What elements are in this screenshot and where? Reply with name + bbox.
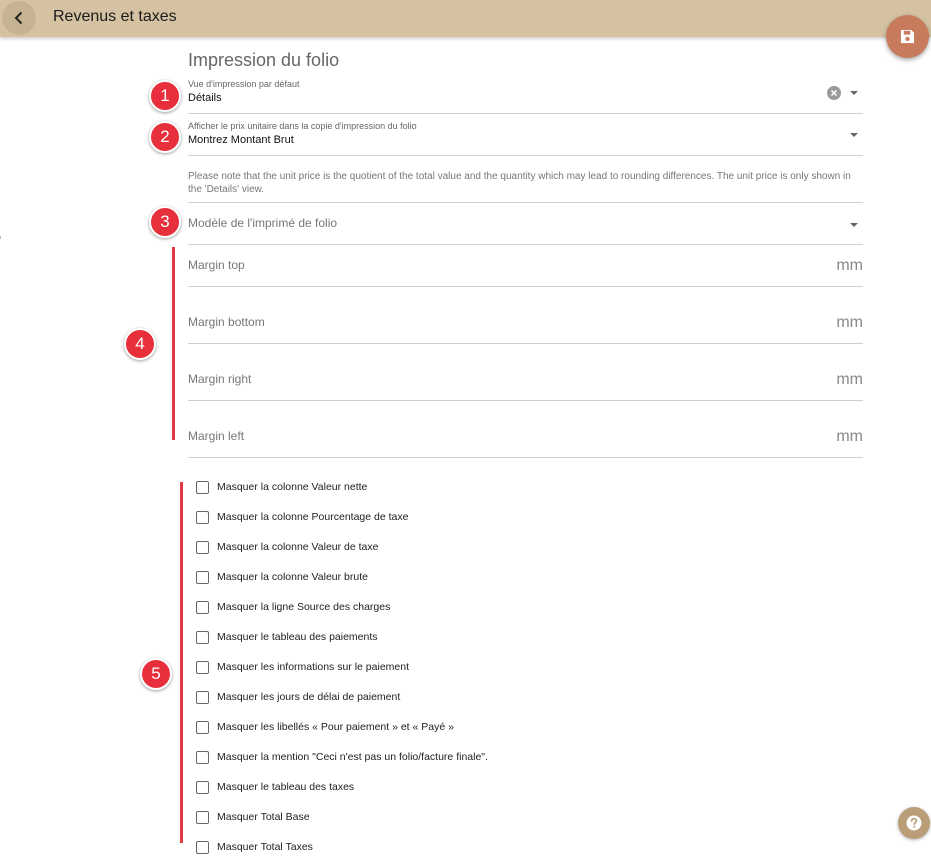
back-button[interactable] [2, 1, 36, 35]
checkbox-label: Masquer Total Base [217, 811, 310, 823]
checkbox-label: Masquer la colonne Valeur brute [217, 571, 368, 583]
checkbox-box[interactable] [196, 720, 209, 734]
checkbox-label: Masquer Total Taxes [217, 841, 313, 853]
app-header: Revenus et taxes [0, 0, 931, 37]
checkbox-box[interactable] [196, 630, 209, 644]
help-button[interactable] [898, 807, 930, 839]
margin-bottom-unit: mm [836, 314, 863, 331]
margin-top-unit: mm [836, 257, 863, 274]
annotation-bar [172, 247, 175, 440]
checkbox-label: Masquer les jours de délai de paiement [217, 691, 401, 703]
checkbox-hide-charge-source[interactable]: Masquer la ligne Source des charges [196, 599, 390, 615]
annotation-marker-4: 4 [124, 328, 156, 360]
checkbox-hide-total-taxes[interactable]: Masquer Total Taxes [196, 839, 313, 855]
caret-down-icon[interactable] [850, 133, 858, 137]
annotation-bar [180, 482, 183, 843]
annotation-marker-3: 3 [149, 206, 181, 238]
checkbox-hide-net-value[interactable]: Masquer la colonne Valeur nette [196, 479, 367, 495]
checkbox-hide-payment-labels[interactable]: Masquer les libellés « Pour paiement » e… [196, 719, 454, 735]
checkbox-hide-payments-table[interactable]: Masquer le tableau des paiements [196, 629, 378, 645]
margin-top-label: Margin top [188, 258, 245, 272]
checkbox-hide-gross-value[interactable]: Masquer la colonne Valeur brute [196, 569, 368, 585]
template-select[interactable]: Modèle de l'imprimé de folio [188, 203, 863, 245]
floppy-disk-icon [900, 29, 915, 44]
checkbox-box[interactable] [196, 480, 209, 494]
annotation-marker-2: 2 [149, 121, 181, 153]
caret-down-icon[interactable] [850, 91, 858, 95]
clear-icon[interactable] [827, 86, 841, 100]
checkbox-label: Masquer la colonne Valeur de taxe [217, 541, 379, 553]
checkbox-label: Masquer la ligne Source des charges [217, 601, 391, 613]
checkbox-box[interactable] [196, 840, 209, 854]
chevron-left-icon [14, 11, 23, 25]
page-title: Revenus et taxes [53, 8, 177, 25]
checkbox-box[interactable] [196, 690, 209, 704]
template-label: Modèle de l'imprimé de folio [188, 216, 338, 230]
margin-left-unit: mm [836, 428, 863, 445]
checkbox-hide-tax-percentage[interactable]: Masquer la colonne Pourcentage de taxe [196, 509, 408, 525]
margin-bottom-input[interactable]: Margin bottom mm [188, 302, 863, 344]
checkbox-hide-not-final-mention[interactable]: Masquer la mention "Ceci n'est pas un fo… [196, 749, 488, 765]
edge-mark [0, 236, 1, 239]
margin-right-label: Margin right [188, 372, 252, 386]
margin-left-label: Margin left [188, 429, 245, 443]
checkbox-label: Masquer la colonne Valeur nette [217, 481, 368, 493]
default-view-value: Détails [188, 92, 222, 104]
section-title: Impression du folio [188, 50, 340, 70]
checkbox-box[interactable] [196, 540, 209, 554]
checkbox-hide-total-base[interactable]: Masquer Total Base [196, 809, 310, 825]
checkbox-box[interactable] [196, 810, 209, 824]
unit-price-label: Afficher le prix unitaire dans la copie … [188, 121, 417, 131]
default-view-label: Vue d'impression par défaut [188, 79, 300, 89]
checkbox-box[interactable] [196, 780, 209, 794]
checkbox-hide-payment-info[interactable]: Masquer les informations sur le paiement [196, 659, 409, 675]
annotation-marker-1: 1 [149, 80, 181, 112]
checkbox-hide-payment-days[interactable]: Masquer les jours de délai de paiement [196, 689, 400, 705]
caret-down-icon[interactable] [850, 223, 858, 227]
checkbox-label: Masquer les libellés « Pour paiement » e… [217, 721, 454, 733]
margin-bottom-label: Margin bottom [188, 315, 265, 329]
checkbox-label: Masquer le tableau des paiements [217, 631, 378, 643]
checkbox-label: Masquer les informations sur le paiement [217, 661, 410, 673]
checkbox-box[interactable] [196, 510, 209, 524]
margin-top-input[interactable]: Margin top mm [188, 245, 863, 287]
checkbox-box[interactable] [196, 600, 209, 614]
unit-price-select[interactable]: Afficher le prix unitaire dans la copie … [188, 118, 863, 156]
question-mark-icon [906, 815, 922, 831]
unit-price-value: Montrez Montant Brut [188, 134, 294, 146]
checkbox-box[interactable] [196, 570, 209, 584]
checkbox-box[interactable] [196, 750, 209, 764]
default-view-select[interactable]: Vue d'impression par défaut Détails [188, 76, 863, 114]
checkbox-hide-taxes-table[interactable]: Masquer le tableau des taxes [196, 779, 354, 795]
checkbox-label: Masquer le tableau des taxes [217, 781, 355, 793]
checkbox-box[interactable] [196, 660, 209, 674]
save-button[interactable] [886, 15, 929, 58]
checkbox-hide-tax-value[interactable]: Masquer la colonne Valeur de taxe [196, 539, 379, 555]
margin-left-input[interactable]: Margin left mm [188, 416, 863, 458]
margin-right-input[interactable]: Margin right mm [188, 359, 863, 401]
checkbox-label: Masquer la mention "Ceci n'est pas un fo… [217, 751, 488, 763]
annotation-marker-5: 5 [140, 658, 172, 690]
unit-price-note: Please note that the unit price is the q… [188, 171, 851, 195]
checkbox-label: Masquer la colonne Pourcentage de taxe [217, 511, 409, 523]
margin-right-unit: mm [836, 371, 863, 388]
